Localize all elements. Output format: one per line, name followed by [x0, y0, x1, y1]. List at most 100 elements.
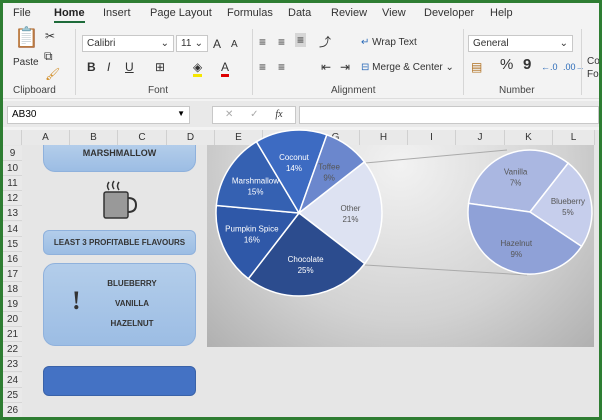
column-header-C[interactable]: C [118, 130, 167, 145]
main-pie-percent-label: 25% [298, 266, 314, 275]
row-header-21[interactable]: 21 [3, 327, 22, 343]
merge-center-button[interactable]: ⊟ Merge & Center ⌄ [361, 62, 454, 73]
least-profitable-title[interactable]: LEAST 3 PROFITABLE FLAVOURS [43, 230, 196, 255]
tab-review[interactable]: Review [331, 7, 367, 19]
orientation-icon[interactable]: ⤴ [319, 35, 331, 49]
cut-icon[interactable]: ✂ [45, 29, 55, 43]
top-flavour-box[interactable]: MARSHMALLOW [43, 145, 196, 172]
tab-data[interactable]: Data [288, 7, 311, 19]
least-profitable-box[interactable]: ! BLUEBERRY VANILLA HAZELNUT [43, 263, 196, 346]
align-bottom-icon[interactable]: ≡ [295, 33, 307, 47]
row-header-11[interactable]: 11 [3, 176, 22, 192]
row-header-17[interactable]: 17 [3, 266, 22, 282]
tab-insert[interactable]: Insert [103, 7, 131, 19]
tab-page-layout[interactable]: Page Layout [150, 7, 212, 19]
least-list-item: HAZELNUT [110, 319, 154, 328]
row-header-15[interactable]: 15 [3, 236, 22, 252]
fill-color-icon[interactable]: ◈ [193, 60, 203, 77]
underline-button[interactable]: U [125, 60, 134, 74]
divider [581, 29, 582, 95]
tab-file[interactable]: File [13, 7, 31, 19]
paste-icon[interactable]: 📋 [14, 28, 39, 48]
align-middle-icon[interactable]: ≡ [278, 35, 285, 49]
row-header-26[interactable]: 26 [3, 402, 22, 417]
row-header-25[interactable]: 25 [3, 387, 22, 403]
copy-icon[interactable]: ⧉ [44, 49, 53, 63]
least-list-item: VANILLA [114, 299, 150, 308]
row-header-13[interactable]: 13 [3, 206, 22, 222]
tab-home[interactable]: Home [54, 7, 85, 23]
select-all-button[interactable] [3, 130, 22, 145]
comma-button[interactable]: 9 [523, 57, 531, 72]
blue-button-shape[interactable] [43, 366, 196, 396]
row-header-20[interactable]: 20 [3, 312, 22, 328]
connector-line [364, 149, 508, 164]
font-color-icon[interactable]: A [221, 60, 230, 77]
font-name-value: Calibri [87, 38, 116, 49]
insert-function-button[interactable]: fx [275, 109, 282, 120]
column-header-A[interactable]: A [22, 130, 70, 145]
formula-input[interactable] [299, 106, 599, 124]
coffee-mug-icon [103, 180, 138, 219]
excel-window: File Home Insert Page Layout Formulas Da… [3, 3, 599, 417]
align-top-icon[interactable]: ≡ [259, 35, 266, 49]
column-header-B[interactable]: B [70, 130, 118, 145]
italic-button[interactable]: I [107, 60, 110, 74]
decrease-font-icon[interactable]: A [231, 38, 238, 52]
main-pie-label: Chocolate [288, 255, 325, 264]
percent-button[interactable]: % [500, 57, 513, 72]
font-size-select[interactable]: 11 ⌄ [176, 35, 208, 52]
exclamation-icon: ! [72, 286, 81, 315]
font-name-select[interactable]: Calibri ⌄ [82, 35, 174, 52]
main-pie-percent-label: 15% [247, 188, 263, 197]
conditional-formatting-button[interactable]: Co Fo [587, 55, 599, 81]
name-box-value: AB30 [12, 109, 37, 120]
row-header-23[interactable]: 23 [3, 357, 22, 373]
row-header-18[interactable]: 18 [3, 281, 22, 297]
row-header-14[interactable]: 14 [3, 221, 22, 237]
paste-button[interactable]: Paste [13, 57, 39, 68]
main-pie-label: Pumpkin Spice [225, 225, 279, 234]
main-pie-percent-label: 9% [323, 173, 335, 182]
tab-view[interactable]: View [382, 7, 406, 19]
wrap-text-button[interactable]: ↵ Wrap Text [361, 37, 417, 48]
number-format-value: General [473, 38, 509, 49]
alignment-group-label: Alignment [331, 85, 376, 96]
row-header-10[interactable]: 10 [3, 161, 22, 177]
align-center-icon[interactable]: ≡ [278, 60, 285, 74]
tab-formulas[interactable]: Formulas [227, 7, 273, 19]
cancel-icon[interactable]: ✕ [225, 109, 233, 120]
increase-indent-icon[interactable]: ⇥ [340, 60, 350, 74]
increase-font-icon[interactable]: A [213, 37, 221, 51]
row-header-16[interactable]: 16 [3, 251, 22, 267]
formula-buttons: ✕ ✓ fx [212, 106, 296, 124]
secondary-pie-label: Hazelnut [501, 239, 533, 248]
tab-developer[interactable]: Developer [424, 7, 474, 19]
row-header-19[interactable]: 19 [3, 297, 22, 312]
main-pie-label: Other [340, 204, 360, 213]
align-left-icon[interactable]: ≡ [259, 60, 266, 74]
secondary-pie-label: Blueberry [551, 197, 585, 206]
accounting-format-icon[interactable]: ▤ [471, 60, 482, 74]
pie-of-pie-chart[interactable]: Other 21% Chocolate 25% Pumpkin Spice 16% Mars… [207, 129, 594, 347]
decrease-indent-icon[interactable]: ⇤ [321, 60, 331, 74]
enter-icon[interactable]: ✓ [250, 109, 258, 120]
main-pie-percent-label: 16% [244, 236, 260, 245]
number-format-select[interactable]: General ⌄ [468, 35, 573, 52]
row-header-24[interactable]: 24 [3, 372, 22, 388]
borders-icon[interactable]: ⊞ [155, 60, 165, 74]
divider [252, 29, 253, 95]
name-box[interactable]: AB30 ▼ [7, 106, 190, 124]
row-header-12[interactable]: 12 [3, 191, 22, 207]
divider [75, 29, 76, 95]
number-group-label: Number [499, 85, 535, 96]
main-pie-percent-label: 14% [286, 164, 302, 173]
clipboard-group-label: Clipboard [13, 85, 56, 96]
increase-decimal-icon[interactable]: ←.0 [541, 60, 558, 74]
format-painter-icon[interactable]: 🖌 [45, 67, 60, 81]
tab-help[interactable]: Help [490, 7, 513, 19]
row-header-9[interactable]: 9 [3, 146, 22, 161]
main-pie-percent-label: 21% [342, 215, 358, 224]
row-header-22[interactable]: 22 [3, 342, 22, 358]
bold-button[interactable]: B [87, 60, 96, 74]
